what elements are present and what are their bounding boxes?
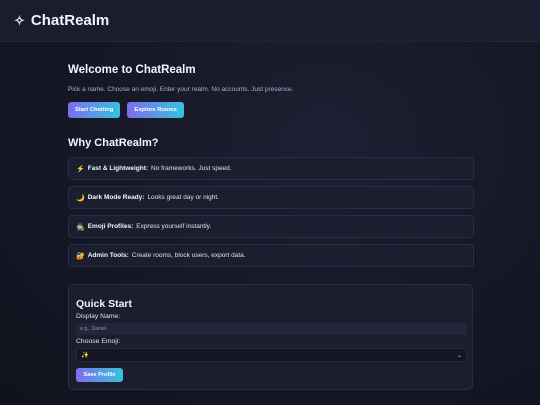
- feature-name: Emoji Profiles:: [87, 223, 134, 230]
- display-name-input[interactable]: e.g., Daniel: [76, 323, 467, 335]
- emoji-select[interactable]: ✨ ⌄: [76, 348, 467, 362]
- emoji-label: Choose Emoji:: [76, 338, 121, 345]
- quick-start-card: Quick Start Display Name: e.g., Daniel C…: [68, 284, 473, 390]
- feature-name: Fast & Lightweight:: [87, 165, 149, 172]
- moon-icon: 🌙: [76, 194, 85, 202]
- feature-emoji-profiles: 🧙 Emoji Profiles: Express yourself insta…: [68, 215, 474, 238]
- feature-text: No frameworks. Just speed.: [151, 165, 232, 172]
- feature-name: Dark Mode Ready:: [87, 194, 145, 201]
- start-chatting-button[interactable]: Start Chatting: [68, 102, 121, 118]
- feature-list: ⚡ Fast & Lightweight: No frameworks. Jus…: [68, 157, 474, 267]
- main-content: Welcome to ChatRealm Pick a name. Choose…: [68, 42, 474, 267]
- feature-text: Express yourself instantly.: [136, 223, 212, 230]
- explore-rooms-button[interactable]: Explore Rooms: [127, 102, 184, 118]
- feature-dark-mode: 🌙 Dark Mode Ready: Looks great day or ni…: [68, 186, 474, 209]
- welcome-subtitle: Pick a name. Choose an emoji. Enter your…: [68, 86, 294, 93]
- why-title: Why ChatRealm?: [68, 137, 159, 149]
- hero-buttons: Start Chatting Explore Rooms: [68, 102, 474, 118]
- sparkle-icon: ✧: [14, 13, 25, 28]
- top-bar: ✧ ChatRealm: [0, 0, 540, 42]
- wizard-icon: 🧙: [76, 223, 85, 231]
- quick-start-title: Quick Start: [76, 298, 133, 310]
- brand[interactable]: ✧ ChatRealm: [14, 12, 109, 29]
- emoji-selected-value: ✨: [81, 352, 90, 359]
- feature-fast: ⚡ Fast & Lightweight: No frameworks. Jus…: [68, 157, 474, 180]
- feature-admin-tools: 🔐 Admin Tools: Create rooms, block users…: [68, 244, 474, 267]
- feature-text: Looks great day or night.: [147, 194, 219, 201]
- display-name-label: Display Name:: [76, 313, 121, 320]
- save-profile-button[interactable]: Save Profile: [76, 368, 123, 382]
- welcome-title: Welcome to ChatRealm: [68, 64, 196, 76]
- app-title: ChatRealm: [30, 12, 110, 29]
- lightning-icon: ⚡: [76, 165, 85, 173]
- display-name-placeholder: e.g., Daniel: [80, 326, 107, 332]
- chevron-down-icon: ⌄: [456, 352, 462, 359]
- lock-key-icon: 🔐: [76, 252, 85, 260]
- feature-text: Create rooms, block users, export data.: [131, 252, 246, 259]
- feature-name: Admin Tools:: [87, 252, 129, 259]
